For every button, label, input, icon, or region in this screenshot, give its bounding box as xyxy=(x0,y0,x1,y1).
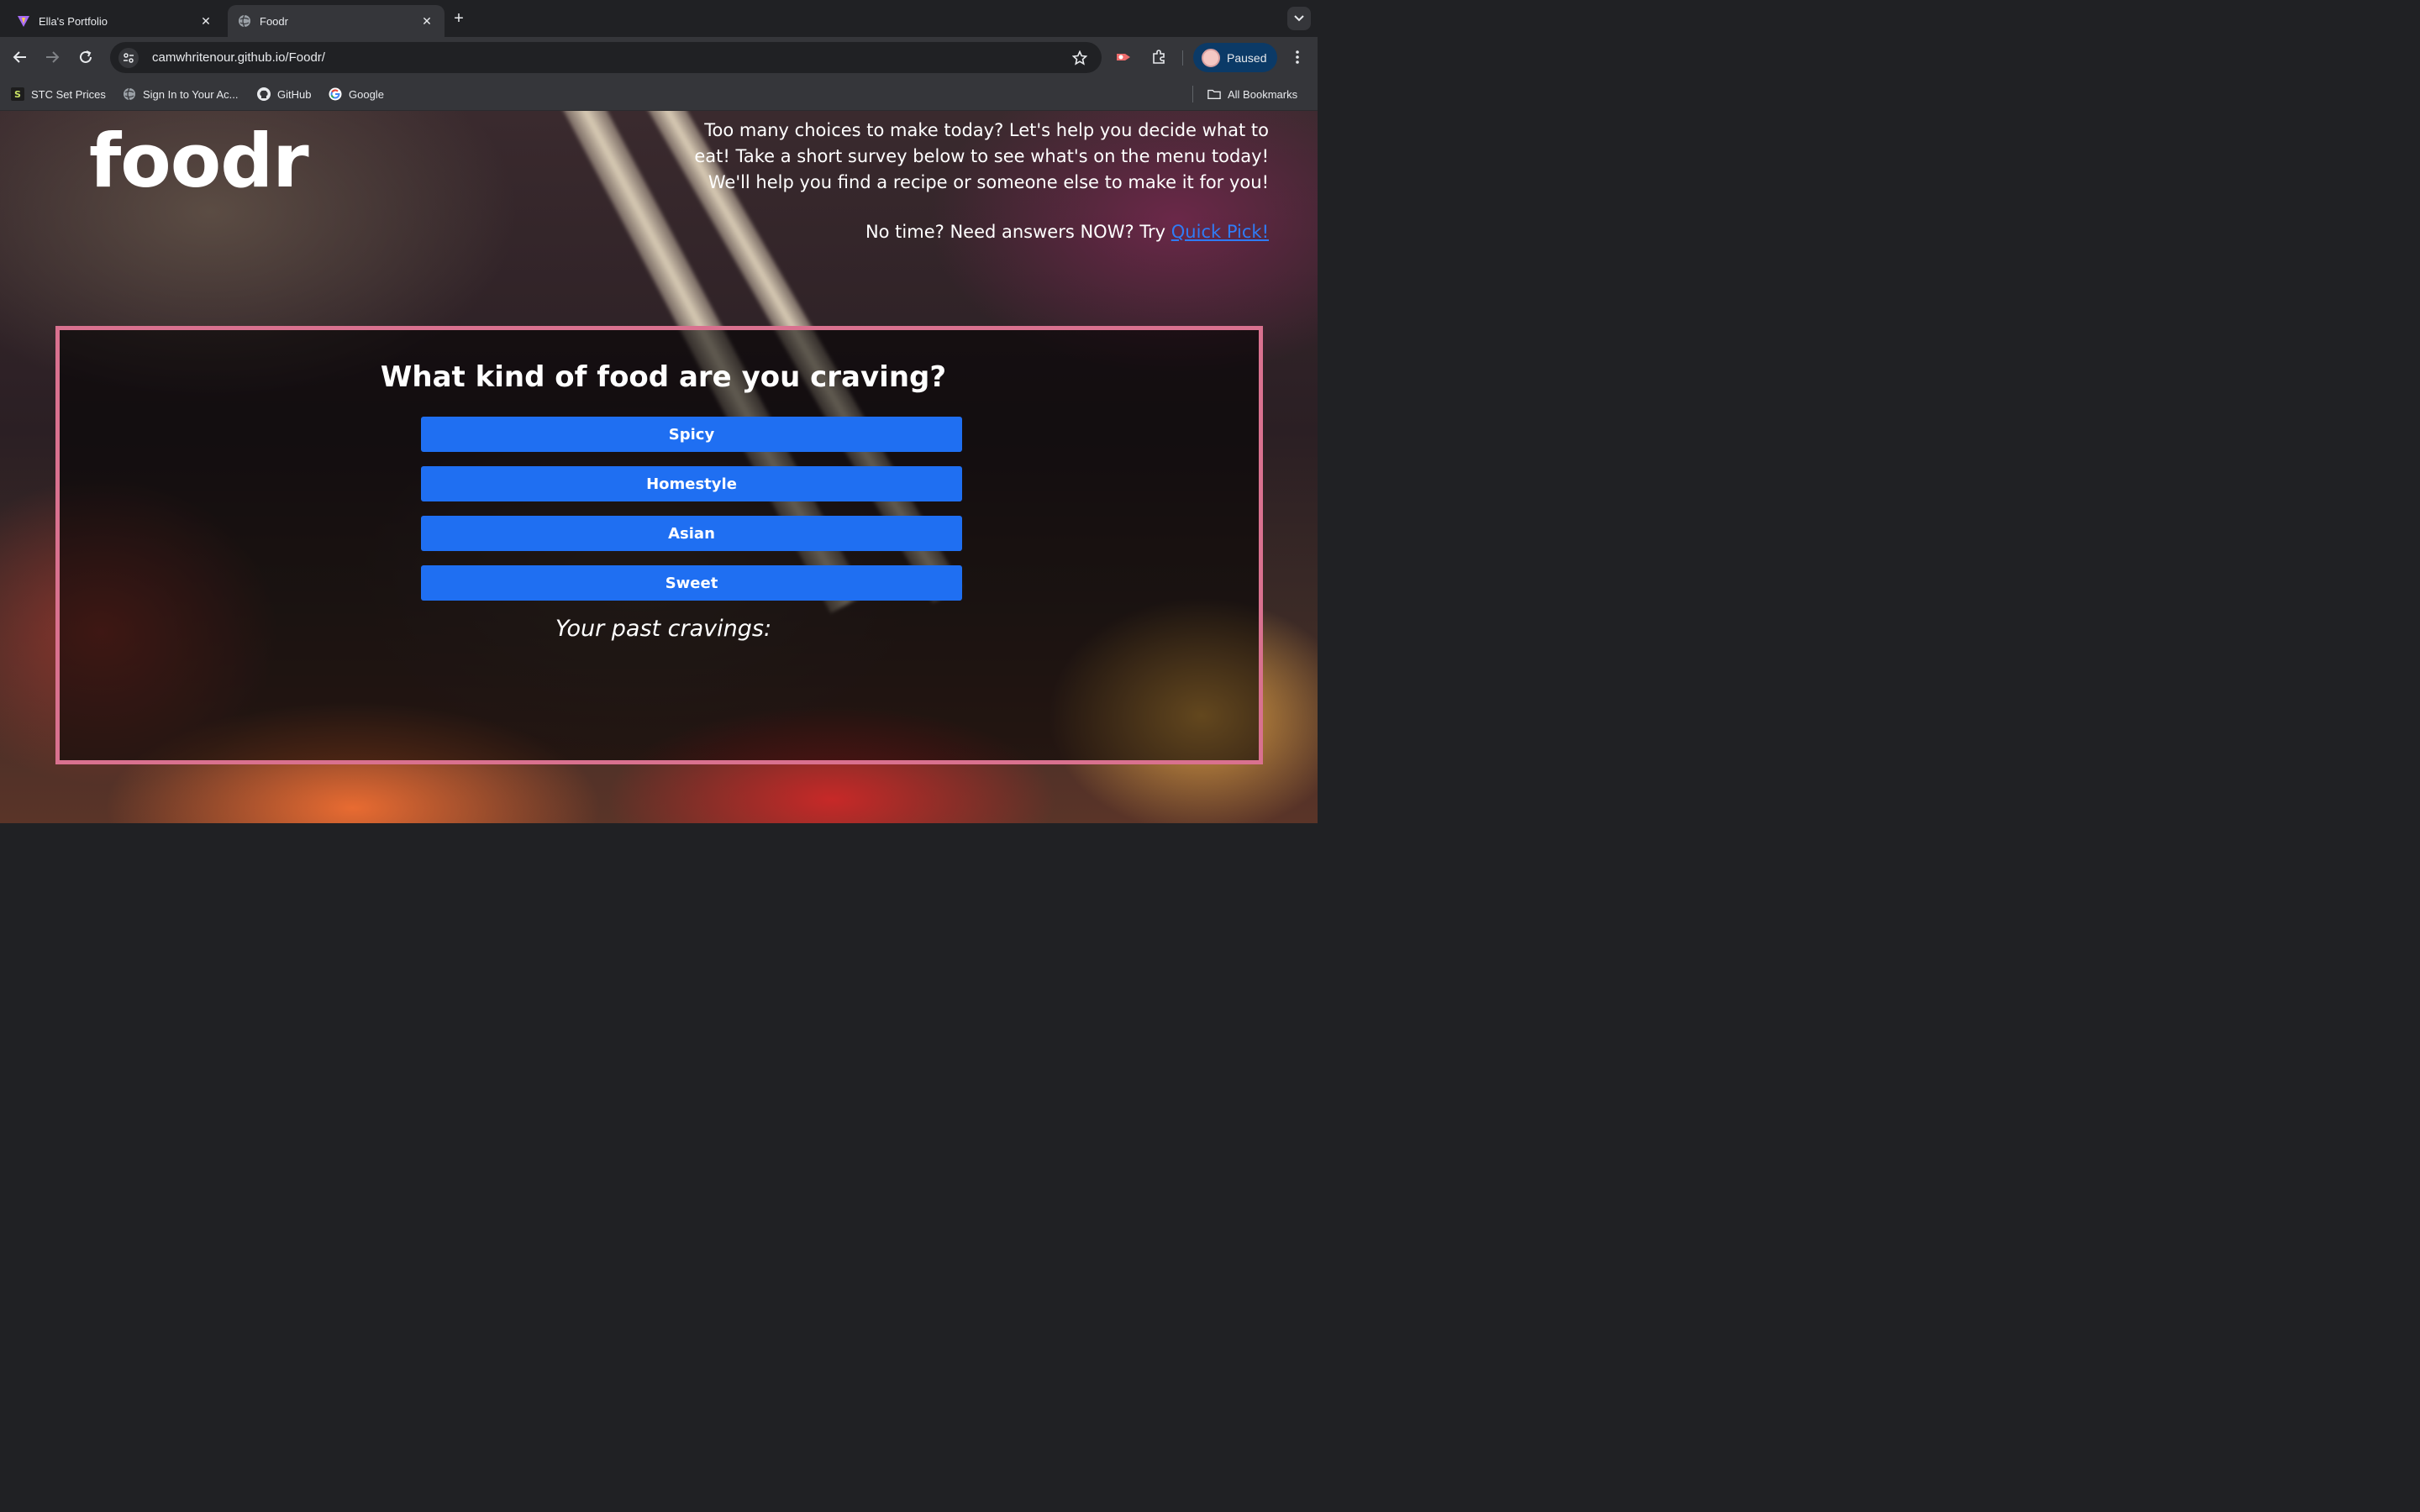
tab-title: Ella's Portfolio xyxy=(39,14,108,28)
tab-title: Foodr xyxy=(260,14,288,28)
quick-pick-prefix: No time? Need answers NOW? Try xyxy=(865,222,1171,242)
bookmark-label: Google xyxy=(349,87,384,101)
profile-button[interactable]: Paused xyxy=(1193,43,1277,72)
back-button[interactable] xyxy=(10,47,30,67)
intro-text: Too many choices to make today? Let's he… xyxy=(694,120,1269,192)
bookmark-star-icon[interactable] xyxy=(1070,48,1090,68)
site-logo: foodr xyxy=(89,118,309,204)
bookmark-label: All Bookmarks xyxy=(1228,87,1298,101)
folder-icon xyxy=(1207,87,1221,101)
tab-ellas-portfolio[interactable]: Ella's Portfolio ✕ xyxy=(7,5,224,37)
bookmark-sign-in[interactable]: Sign In to Your Ac... xyxy=(123,86,238,102)
close-tab-icon[interactable]: ✕ xyxy=(198,13,213,29)
bookmark-label: Sign In to Your Ac... xyxy=(143,87,239,101)
globe-icon xyxy=(123,87,136,101)
address-bar[interactable]: camwhritenour.github.io/Foodr/ xyxy=(110,42,1102,73)
extension-red-icon[interactable] xyxy=(1114,47,1134,67)
arrow-left-icon xyxy=(13,51,26,63)
globe-icon xyxy=(238,14,251,28)
new-tab-button[interactable]: + xyxy=(449,9,469,29)
bookmark-label: GitHub xyxy=(277,87,312,101)
menu-kebab-icon[interactable] xyxy=(1287,47,1307,67)
chevron-down-icon xyxy=(1294,15,1304,22)
tab-foodr[interactable]: Foodr ✕ xyxy=(228,5,445,37)
choice-homestyle-button[interactable]: Homestyle xyxy=(421,466,962,501)
forward-button[interactable] xyxy=(42,47,62,67)
github-icon xyxy=(257,87,271,101)
close-tab-icon[interactable]: ✕ xyxy=(419,13,434,29)
bookmark-stc-set-prices[interactable]: S STC Set Prices xyxy=(11,86,106,102)
bookmarks-separator xyxy=(1192,86,1193,102)
vite-logo-icon xyxy=(17,14,30,28)
tab-strip: Ella's Portfolio ✕ Foodr ✕ + xyxy=(0,0,1318,37)
url-text[interactable]: camwhritenour.github.io/Foodr/ xyxy=(152,50,1070,65)
site-settings-icon[interactable] xyxy=(118,47,139,68)
choice-sweet-button[interactable]: Sweet xyxy=(421,565,962,601)
past-cravings-label: Your past cravings: xyxy=(555,616,772,642)
quick-pick-link[interactable]: Quick Pick! xyxy=(1171,222,1269,242)
quick-pick-line: No time? Need answers NOW? Try Quick Pic… xyxy=(865,222,1269,242)
avatar xyxy=(1202,48,1220,67)
s-box-icon: S xyxy=(11,87,24,101)
google-icon xyxy=(329,87,342,101)
arrow-right-icon xyxy=(46,51,60,63)
all-bookmarks-button[interactable]: All Bookmarks xyxy=(1207,86,1297,102)
survey-panel: What kind of food are you craving? Spicy… xyxy=(55,326,1263,764)
bookmark-github[interactable]: GitHub xyxy=(257,86,311,102)
survey-question: What kind of food are you craving? xyxy=(380,360,947,394)
tab-search-button[interactable] xyxy=(1287,7,1311,30)
bookmark-label: STC Set Prices xyxy=(31,87,106,101)
profile-status: Paused xyxy=(1227,50,1267,65)
toolbar-separator xyxy=(1182,50,1183,66)
svg-text:S: S xyxy=(14,89,21,100)
browser-toolbar: camwhritenour.github.io/Foodr/ Paused xyxy=(0,37,1318,77)
reload-icon xyxy=(80,50,92,63)
choice-asian-button[interactable]: Asian xyxy=(421,516,962,551)
puzzle-extensions-icon[interactable] xyxy=(1149,47,1169,67)
bookmark-google[interactable]: Google xyxy=(329,86,384,102)
choice-spicy-button[interactable]: Spicy xyxy=(421,417,962,452)
bookmarks-bar: S STC Set Prices Sign In to Your Ac... G… xyxy=(0,77,1318,111)
page-viewport: foodr Too many choices to make today? Le… xyxy=(0,111,1318,823)
reload-button[interactable] xyxy=(76,47,96,67)
